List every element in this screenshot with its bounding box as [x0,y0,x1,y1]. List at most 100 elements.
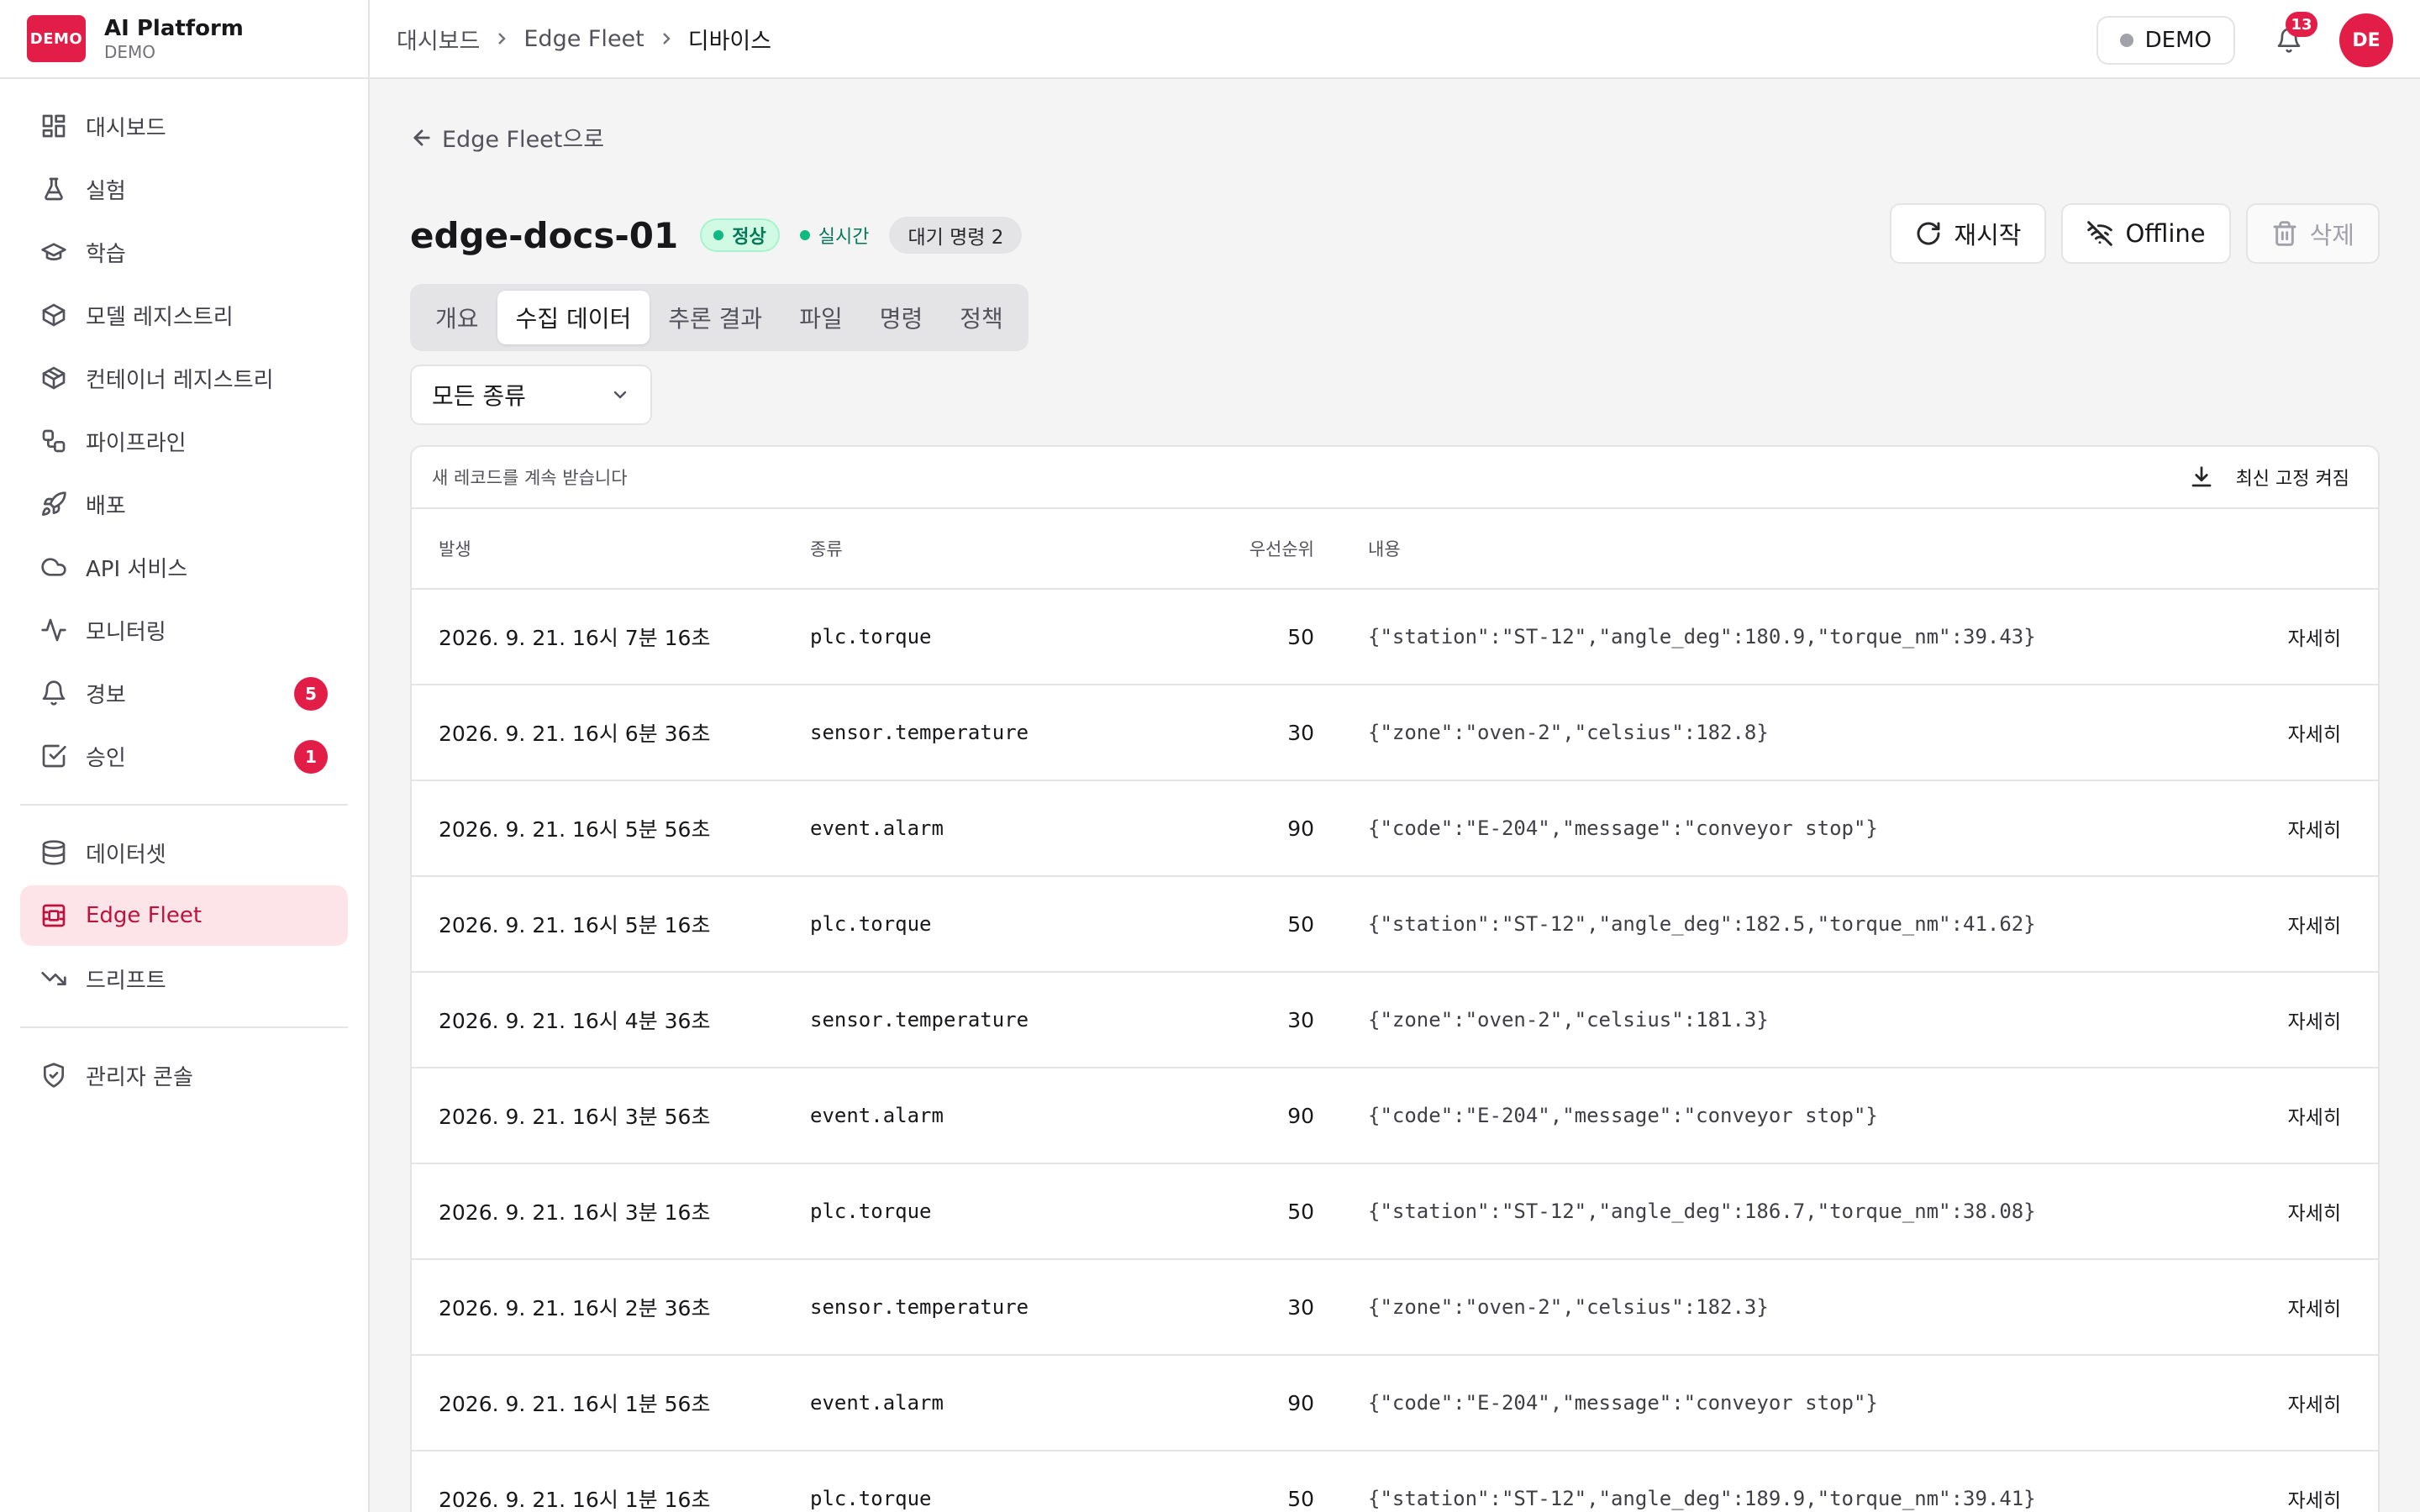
nav-group: 데이터셋 Edge Fleet 드리프트 [20,806,348,1026]
table-row[interactable]: 2026. 9. 21. 16시 1분 16초 plc.torque 50 {"sta… [412,1452,2378,1512]
sidebar-item[interactable]: 모니터링 [20,600,348,660]
cell-priority: 50 [1287,911,1314,937]
sidebar-item-label: 드리프트 [86,968,166,994]
sidebar-item[interactable]: Edge Fleet [20,885,348,946]
table-row[interactable]: 2026. 9. 21. 16시 4분 36초 sensor.temperatur… [412,973,2378,1068]
brand[interactable]: DEMO AI Platform DEMO [0,0,368,79]
table-row[interactable]: 2026. 9. 21. 16시 6분 36초 sensor.temperatur… [412,685,2378,781]
tab[interactable]: 명령 [861,291,942,344]
pin-latest-toggle[interactable]: 최신 고정 켜짐 [2189,464,2349,491]
cell-priority: 90 [1287,1103,1314,1128]
sidebar-item-label: 승인 [86,745,126,771]
topbar: 대시보드 Edge Fleet 디바이스 DEMO 13 DE [370,0,2420,79]
shield-check-icon [40,1062,67,1089]
nav-group: 관리자 콘솔 [20,1028,348,1123]
detail-button[interactable]: 자세히 [2244,1005,2378,1034]
kind-filter-select[interactable]: 모든 종류 [410,365,652,425]
cell-priority: 30 [1287,1294,1314,1320]
sidebar-item[interactable]: 대시보드 [20,96,348,156]
detail-button[interactable]: 자세히 [2244,622,2378,651]
cell-priority: 50 [1287,1199,1314,1224]
table-row[interactable]: 2026. 9. 21. 16시 3분 56초 event.alarm 90 {"co… [412,1068,2378,1164]
avatar[interactable]: DE [2339,13,2393,67]
detail-button[interactable]: 자세히 [2244,1389,2378,1417]
sidebar-item[interactable]: 배포 [20,474,348,534]
delete-button[interactable]: 삭제 [2245,203,2380,264]
cell-kind: event.alarm [810,816,944,840]
cell-priority: 30 [1287,720,1314,745]
sidebar-item-label: 학습 [86,241,126,267]
tab[interactable]: 정책 [941,291,1022,344]
sidebar-item[interactable]: 관리자 콘솔 [20,1045,348,1105]
notifications-button[interactable]: 13 [2269,12,2317,60]
delete-button-label: 삭제 [2309,221,2354,249]
detail-button[interactable]: 자세히 [2244,1101,2378,1130]
cell-kind: event.alarm [810,1104,944,1127]
graduation-cap-icon [40,239,67,265]
wifi-off-icon [2087,221,2113,246]
back-to-edge-fleet-link[interactable]: Edge Fleet으로 [410,121,604,154]
column-header-kind[interactable]: 종류 [810,536,1163,561]
cell-body: {"station":"ST-12","angle_deg":182.5,"to… [1368,912,2036,936]
bell-icon [40,680,67,706]
cell-body: {"zone":"oven-2","celsius":181.3} [1368,1008,1769,1032]
sidebar-item-label: 데이터셋 [86,842,166,868]
sidebar-item[interactable]: 데이터셋 [20,822,348,883]
rocket-icon [40,491,67,517]
table-row[interactable]: 2026. 9. 21. 16시 5분 56초 event.alarm 90 {"co… [412,781,2378,877]
breadcrumb-edge-fleet[interactable]: Edge Fleet [523,26,644,52]
cloud-icon [40,554,67,580]
sidebar: DEMO AI Platform DEMO 대시보드 실험학습모델 레지스트리컨테… [0,0,370,1512]
download-icon [2191,466,2211,487]
table-row[interactable]: 2026. 9. 21. 16시 3분 16초 plc.torque 50 {"sta… [412,1164,2378,1260]
flask-icon [40,176,67,202]
sidebar-item[interactable]: 학습 [20,222,348,282]
tab[interactable]: 개요 [417,291,497,344]
table-row[interactable]: 2026. 9. 21. 16시 2분 36초 sensor.temperatur… [412,1260,2378,1356]
cell-time: 2026. 9. 21. 16시 5분 16초 [439,913,711,937]
environment-switcher[interactable]: DEMO [2096,16,2235,65]
restart-button-label: 재시작 [1954,221,2022,249]
pin-latest-label: 최신 고정 켜짐 [2235,469,2349,490]
sidebar-item[interactable]: 경보 5 [20,663,348,723]
column-header-priority[interactable]: 우선순위 [1163,536,1314,561]
cell-priority: 50 [1287,1486,1314,1511]
offline-button[interactable]: Offline [2061,203,2231,264]
breadcrumb-dashboard[interactable]: 대시보드 [397,23,480,55]
detail-button[interactable]: 자세히 [2244,910,2378,938]
restart-button[interactable]: 재시작 [1890,203,2047,264]
chevron-right-icon [658,30,675,47]
table-row[interactable]: 2026. 9. 21. 16시 1분 56초 event.alarm 90 {"co… [412,1356,2378,1452]
arrow-left-icon [413,129,430,146]
cell-body: {"code":"E-204","message":"conveyor stop… [1368,1391,1878,1415]
sidebar-item-label: 컨테이너 레지스트리 [86,367,274,393]
page-title: edge-docs-01 [410,214,679,256]
sidebar-item[interactable]: API 서비스 [20,537,348,597]
sidebar-item-label: Edge Fleet [86,903,203,928]
cell-time: 2026. 9. 21. 16시 1분 16초 [439,1488,711,1512]
database-icon [40,839,67,866]
tab[interactable]: 추론 결과 [650,291,781,344]
tab[interactable]: 수집 데이터 [497,291,650,344]
cell-priority: 30 [1287,1007,1314,1032]
detail-button[interactable]: 자세히 [2244,814,2378,843]
detail-button[interactable]: 자세히 [2244,718,2378,747]
detail-button[interactable]: 자세히 [2244,1293,2378,1321]
sidebar-item[interactable]: 모델 레지스트리 [20,285,348,345]
sidebar-item[interactable]: 실험 [20,159,348,219]
cell-body: {"code":"E-204","message":"conveyor stop… [1368,1104,1878,1127]
sidebar-item[interactable]: 파이프라인 [20,411,348,471]
table-row[interactable]: 2026. 9. 21. 16시 5분 16초 plc.torque 50 {"sta… [412,877,2378,973]
tab[interactable]: 파일 [781,291,861,344]
refresh-icon [1917,222,1940,245]
trash-icon [2273,221,2296,246]
check-square-icon [40,743,67,769]
sidebar-item[interactable]: 컨테이너 레지스트리 [20,348,348,408]
table-row[interactable]: 2026. 9. 21. 16시 7분 16초 plc.torque 50 {"sta… [412,590,2378,685]
sidebar-item[interactable]: 드리프트 [20,948,348,1009]
detail-button[interactable]: 자세히 [2244,1484,2378,1512]
sidebar-item[interactable]: 승인 1 [20,726,348,786]
column-header-time[interactable]: 발생 [412,536,810,561]
sidebar-item-label: 모델 레지스트리 [86,304,234,330]
detail-button[interactable]: 자세히 [2244,1197,2378,1226]
